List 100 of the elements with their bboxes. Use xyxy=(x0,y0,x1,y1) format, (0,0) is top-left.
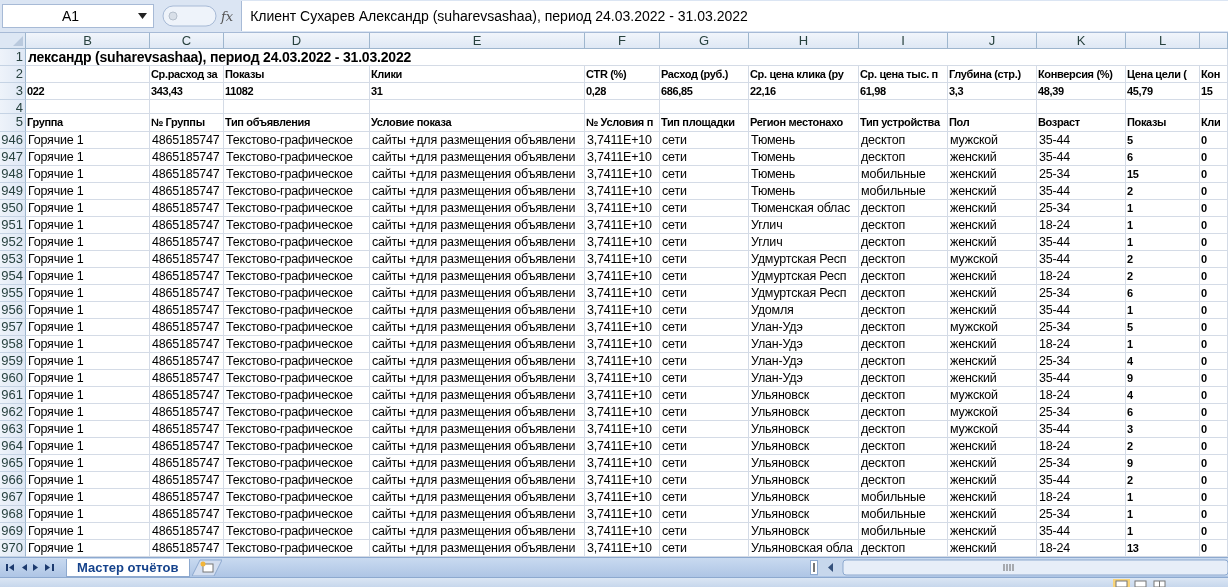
table-cell: 0 xyxy=(1200,455,1228,472)
row-header[interactable]: 948 xyxy=(0,166,26,183)
row-header[interactable]: 968 xyxy=(0,506,26,523)
normal-view-icon[interactable] xyxy=(1113,579,1130,587)
formula-field[interactable]: Клиент Сухарев Александр (suharevsashaa), период 24.03.2022 - 31.03.2022 xyxy=(241,1,1228,31)
row-header[interactable]: 964 xyxy=(0,438,26,455)
row-header[interactable]: 950 xyxy=(0,200,26,217)
tab-splitter-icon[interactable] xyxy=(810,560,818,575)
table-cell: Текстово-графическое xyxy=(224,387,370,404)
table-cell: Улан-Удэ xyxy=(749,370,859,387)
name-box[interactable]: A1 xyxy=(2,4,154,28)
row-header[interactable]: 956 xyxy=(0,302,26,319)
page-layout-icon[interactable] xyxy=(1132,579,1149,587)
horizontal-scrollbar[interactable] xyxy=(818,559,1228,576)
row-header[interactable]: 962 xyxy=(0,404,26,421)
row-header[interactable]: 965 xyxy=(0,455,26,472)
table-cell: 3,7411E+10 xyxy=(585,132,660,149)
table-cell: мобильные xyxy=(859,166,948,183)
row-header[interactable]: 954 xyxy=(0,268,26,285)
row-header[interactable]: 952 xyxy=(0,234,26,251)
table-cell: 0 xyxy=(1200,523,1228,540)
row-header[interactable]: 960 xyxy=(0,370,26,387)
table-cell: женский xyxy=(948,455,1037,472)
row-header[interactable]: 5 xyxy=(0,114,26,132)
row-header[interactable]: 4 xyxy=(0,100,26,114)
table-cell: 1 xyxy=(1126,200,1200,217)
column-header[interactable]: J xyxy=(948,33,1037,49)
column-header[interactable]: B xyxy=(26,33,150,49)
column-header[interactable]: F xyxy=(585,33,660,49)
row-header[interactable]: 959 xyxy=(0,353,26,370)
sheet-tab[interactable]: Мастер отчётов xyxy=(66,558,190,577)
column-header[interactable]: K xyxy=(1037,33,1126,49)
first-sheet-icon[interactable] xyxy=(6,563,15,572)
table-cell: 35-44 xyxy=(1037,234,1126,251)
table-cell: Текстово-графическое xyxy=(224,200,370,217)
column-header[interactable]: D xyxy=(224,33,370,49)
page-break-icon[interactable] xyxy=(1151,579,1168,587)
row-header[interactable]: 955 xyxy=(0,285,26,302)
table-cell: десктоп xyxy=(859,251,948,268)
table-cell: Горячие 1 xyxy=(26,251,150,268)
table-cell: 18-24 xyxy=(1037,217,1126,234)
column-header[interactable]: G xyxy=(660,33,749,49)
row-header[interactable]: 957 xyxy=(0,319,26,336)
table-cell: Удомля xyxy=(749,302,859,319)
dropdown-arrow-icon[interactable] xyxy=(138,13,147,19)
table-cell: десктоп xyxy=(859,336,948,353)
column-header[interactable]: E xyxy=(370,33,585,49)
table-cell: Горячие 1 xyxy=(26,455,150,472)
table-cell: 1 xyxy=(1126,523,1200,540)
row-header[interactable]: 966 xyxy=(0,472,26,489)
table-cell: 3,7411E+10 xyxy=(585,183,660,200)
function-icon[interactable]: fx xyxy=(221,8,234,24)
table-cell: Ульяновск xyxy=(749,387,859,404)
row-header[interactable]: 3 xyxy=(0,83,26,100)
row-header[interactable]: 949 xyxy=(0,183,26,200)
table-cell: 3,3 xyxy=(948,83,1037,100)
row-header[interactable]: 2 xyxy=(0,66,26,83)
row-header[interactable]: 961 xyxy=(0,387,26,404)
table-cell: 1 xyxy=(1126,302,1200,319)
previous-sheet-icon[interactable] xyxy=(21,563,27,572)
table-cell: Горячие 1 xyxy=(26,506,150,523)
table-cell: 4865185747 xyxy=(150,251,224,268)
table-cell: женский xyxy=(948,489,1037,506)
row-header[interactable]: 946 xyxy=(0,132,26,149)
table-cell: Расход (руб.) xyxy=(660,66,749,83)
table-cell: 4865185747 xyxy=(150,506,224,523)
table-cell: десктоп xyxy=(859,302,948,319)
table-cell: Горячие 1 xyxy=(26,336,150,353)
row-header[interactable]: 963 xyxy=(0,421,26,438)
column-header[interactable]: L xyxy=(1126,33,1200,49)
column-header[interactable]: C xyxy=(150,33,224,49)
table-cell: 0 xyxy=(1200,489,1228,506)
table-cell: 2 xyxy=(1126,268,1200,285)
table-cell: Горячие 1 xyxy=(26,438,150,455)
row-header[interactable]: 1 xyxy=(0,49,26,66)
splitter-handle-icon[interactable] xyxy=(162,5,217,27)
last-sheet-icon[interactable] xyxy=(45,563,54,572)
row-header[interactable]: 967 xyxy=(0,489,26,506)
row-header[interactable]: 951 xyxy=(0,217,26,234)
column-header[interactable]: H xyxy=(749,33,859,49)
table-cell: 48,39 xyxy=(1037,83,1126,100)
row-header[interactable]: 969 xyxy=(0,523,26,540)
table-cell: сети xyxy=(660,489,749,506)
table-cell: 0 xyxy=(1200,421,1228,438)
row-header[interactable]: 947 xyxy=(0,149,26,166)
table-cell: сети xyxy=(660,132,749,149)
table-cell: 0 xyxy=(1200,404,1228,421)
row-header[interactable]: 953 xyxy=(0,251,26,268)
next-sheet-icon[interactable] xyxy=(33,563,39,572)
row-header[interactable]: 970 xyxy=(0,540,26,557)
table-cell: 3,7411E+10 xyxy=(585,421,660,438)
table-cell: 3,7411E+10 xyxy=(585,506,660,523)
table-cell: 1 xyxy=(1126,489,1200,506)
new-sheet-icon[interactable] xyxy=(191,559,222,576)
table-cell: десктоп xyxy=(859,370,948,387)
table-cell: Пол xyxy=(948,114,1037,132)
table-cell: Текстово-графическое xyxy=(224,251,370,268)
row-header[interactable]: 958 xyxy=(0,336,26,353)
table-cell: десктоп xyxy=(859,149,948,166)
column-header[interactable]: I xyxy=(859,33,948,49)
